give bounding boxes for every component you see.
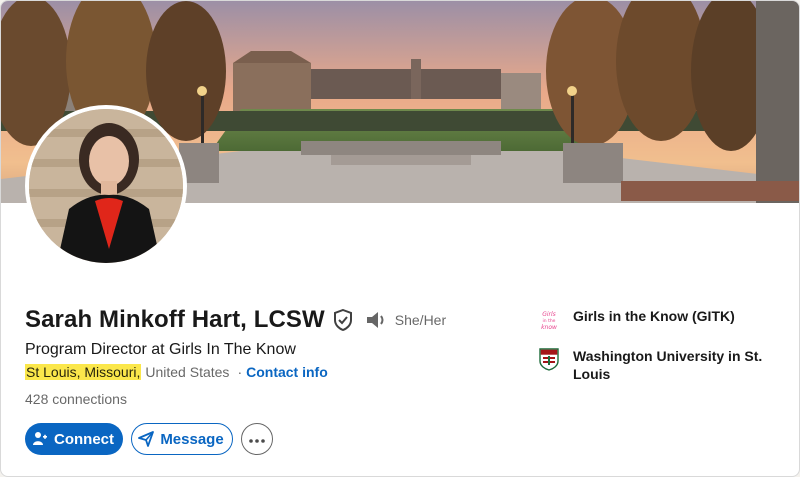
message-label: Message bbox=[160, 430, 224, 448]
connections-count[interactable]: 428 connections bbox=[25, 391, 127, 407]
profile-card: Sarah Minkoff Hart, LCSW She/Her Program… bbox=[0, 0, 800, 477]
girls-in-the-know-logo: Girls in the know bbox=[537, 307, 561, 331]
name-row: Sarah Minkoff Hart, LCSW She/Her bbox=[25, 305, 446, 335]
avatar-image bbox=[29, 109, 183, 263]
speaker-icon[interactable] bbox=[365, 310, 387, 330]
message-button[interactable]: Message bbox=[131, 423, 233, 455]
location-highlighted: St Louis, Missouri, bbox=[25, 364, 142, 380]
svg-text:Girls: Girls bbox=[542, 311, 556, 318]
affiliation-name: Washington University in St. Louis bbox=[573, 348, 763, 382]
profile-photo[interactable] bbox=[25, 105, 187, 267]
pronouns: She/Her bbox=[394, 312, 447, 328]
separator-dot: · bbox=[237, 364, 243, 380]
location-country: United States bbox=[145, 364, 230, 380]
affiliation-current-company[interactable]: Girls in the know Girls in the Know (GIT… bbox=[537, 307, 773, 331]
profile-name: Sarah Minkoff Hart, LCSW bbox=[25, 306, 325, 333]
profile-actions: Connect Message bbox=[25, 423, 273, 455]
profile-headline: Program Director at Girls In The Know bbox=[25, 341, 296, 358]
washington-university-shield-logo bbox=[537, 347, 561, 371]
send-icon bbox=[138, 431, 155, 447]
connect-button[interactable]: Connect bbox=[25, 423, 123, 455]
affiliation-education[interactable]: Washington University in St. Louis bbox=[537, 347, 773, 383]
more-horizontal-icon bbox=[249, 430, 265, 448]
add-person-icon bbox=[32, 431, 48, 447]
affiliation-name: Girls in the Know (GITK) bbox=[573, 308, 735, 324]
svg-text:know: know bbox=[541, 324, 557, 331]
contact-info-link[interactable]: Contact info bbox=[246, 364, 328, 380]
verified-shield-icon[interactable] bbox=[333, 309, 353, 331]
location-row: St Louis, Missouri, United States · Cont… bbox=[25, 364, 328, 380]
more-button[interactable] bbox=[241, 423, 273, 455]
connect-label: Connect bbox=[54, 430, 114, 448]
